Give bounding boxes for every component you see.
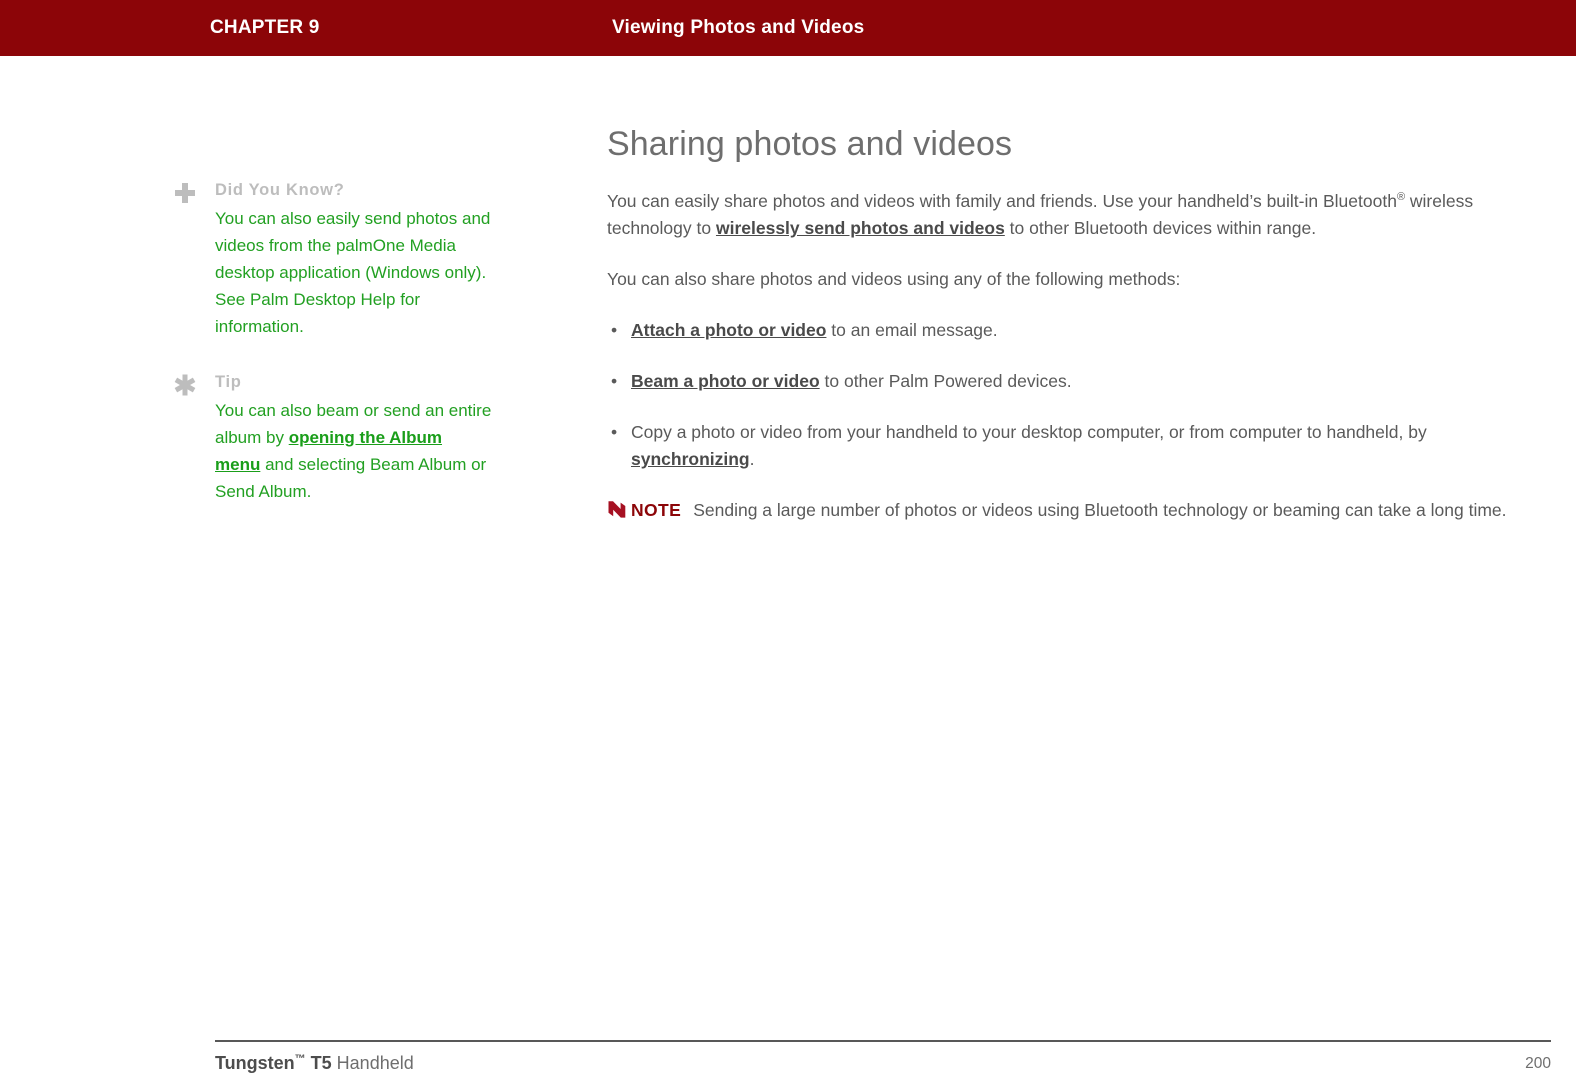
- bullet-text-after: to an email message.: [826, 320, 998, 340]
- footer-divider: [215, 1040, 1551, 1042]
- registered-trademark-symbol: ®: [1396, 191, 1406, 204]
- bullet-text-after: to other Palm Powered devices.: [819, 371, 1072, 391]
- link-attach-a-photo-or-video[interactable]: Attach a photo or video: [631, 320, 826, 340]
- page-header-bar: CHAPTER 9 Viewing Photos and Videos: [0, 0, 1576, 56]
- asterisk-icon: [172, 372, 198, 398]
- sidebar-note-heading: Tip: [215, 373, 242, 391]
- note-label: NOTE: [631, 500, 682, 520]
- methods-intro-paragraph: You can also share photos and videos usi…: [607, 269, 1181, 289]
- page-number: 200: [1525, 1055, 1551, 1072]
- sidebar-note-text: You can also easily send photos and vide…: [215, 205, 492, 340]
- sidebar-note-heading: Did You Know?: [215, 181, 345, 199]
- list-item: Copy a photo or video from your handheld…: [607, 419, 1553, 473]
- header-chapter-title: Viewing Photos and Videos: [612, 17, 865, 38]
- link-beam-a-photo-or-video[interactable]: Beam a photo or video: [631, 371, 820, 391]
- note-text: Sending a large number of photos or vide…: [693, 500, 1507, 520]
- main-content: Sharing photos and videos You can easily…: [607, 122, 1553, 542]
- sidebar-note-text: You can also beam or send an entire albu…: [215, 397, 492, 505]
- footer-product-name: Tungsten™ T5 Handheld: [215, 1053, 414, 1074]
- bullet-text-after: .: [749, 449, 755, 469]
- sidebar-note-body: Tip You can also beam or send an entire …: [215, 370, 492, 505]
- note-flag-icon: [607, 500, 627, 519]
- sidebar-note-text-part: You can also easily send photos and vide…: [215, 209, 491, 336]
- list-item: Attach a photo or video to an email mess…: [607, 317, 1553, 344]
- link-wirelessly-send-photos-and-videos[interactable]: wirelessly send photos and videos: [716, 218, 1005, 238]
- trademark-symbol: ™: [294, 1053, 306, 1065]
- intro-text-part1: You can easily share photos and videos w…: [607, 191, 1397, 211]
- header-chapter-label: CHAPTER 9: [210, 17, 320, 38]
- page-title: Sharing photos and videos: [607, 125, 1013, 163]
- intro-text-part3: to other Bluetooth devices within range.: [1004, 218, 1317, 238]
- bullet-text-before: Copy a photo or video from your handheld…: [631, 422, 1427, 442]
- footer-product-bold: Tungsten: [215, 1053, 295, 1073]
- link-synchronizing[interactable]: synchronizing: [631, 449, 750, 469]
- plus-icon: [172, 180, 198, 206]
- intro-paragraph: You can easily share photos and videos w…: [607, 188, 1553, 242]
- sidebar-notes: Did You Know? You can also easily send p…: [172, 178, 492, 535]
- list-item: Beam a photo or video to other Palm Powe…: [607, 368, 1553, 395]
- methods-list: Attach a photo or video to an email mess…: [607, 317, 1553, 473]
- sidebar-note-tip: Tip You can also beam or send an entire …: [172, 370, 492, 505]
- footer-product-model: T5: [305, 1053, 332, 1073]
- note-callout: NOTE Sending a large number of photos or …: [607, 497, 1553, 524]
- sidebar-note-did-you-know: Did You Know? You can also easily send p…: [172, 178, 492, 340]
- footer-product-rest: Handheld: [331, 1053, 414, 1073]
- sidebar-note-body: Did You Know? You can also easily send p…: [215, 178, 492, 340]
